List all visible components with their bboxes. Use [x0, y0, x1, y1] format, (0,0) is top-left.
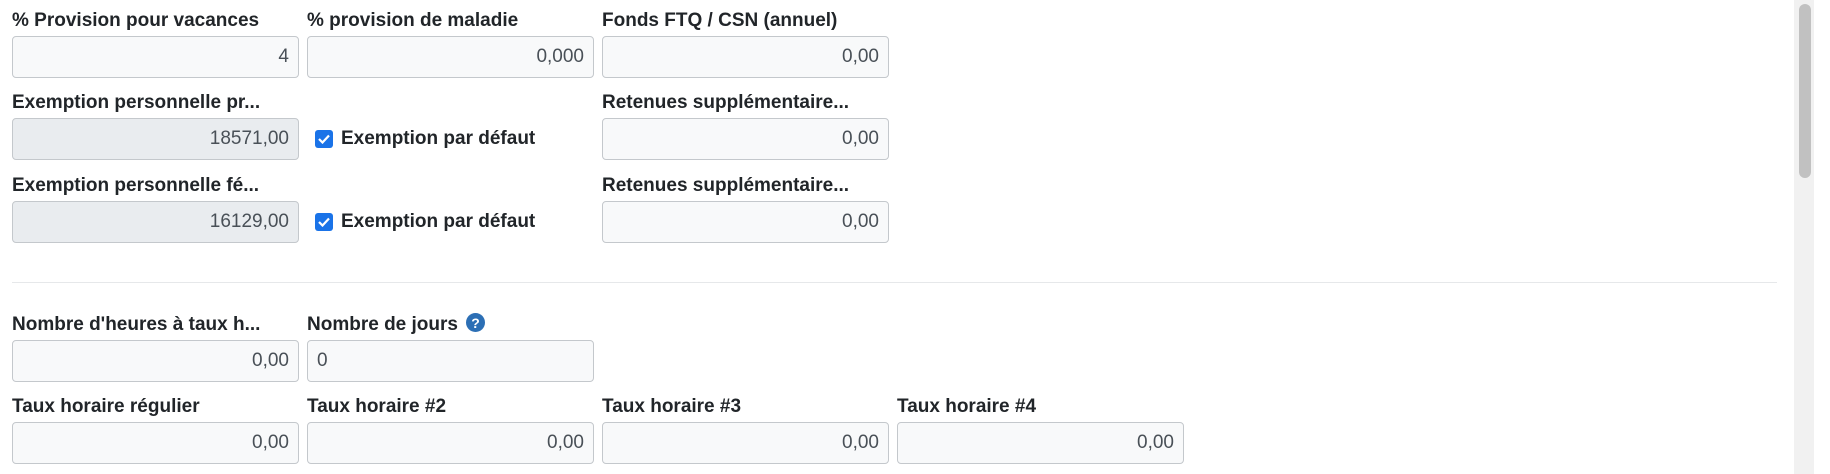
days-count-input[interactable] — [307, 340, 594, 382]
federal-exemption-input — [12, 201, 299, 243]
rate-2-label: Taux horaire #2 — [307, 396, 447, 417]
federal-default-exemption-label: Exemption par défaut — [341, 211, 536, 232]
checkbox-checked-icon[interactable] — [315, 130, 333, 148]
sick-provision-input[interactable] — [307, 36, 594, 78]
sick-provision-label: % provision de maladie — [307, 10, 519, 31]
federal-extra-deductions-label: Retenues supplémentaire... — [602, 175, 850, 196]
days-count-label-wrap: Nombre de jours? — [307, 313, 485, 336]
scrollbar-thumb[interactable] — [1799, 4, 1811, 178]
vacation-provision-label: % Provision pour vacances — [12, 10, 260, 31]
regular-rate-input[interactable] — [12, 422, 299, 464]
federal-exemption-label: Exemption personnelle fé... — [12, 175, 260, 196]
rate-4-label: Taux horaire #4 — [897, 396, 1037, 417]
provincial-default-exemption-label: Exemption par défaut — [341, 128, 536, 149]
question-circle-icon[interactable]: ? — [465, 313, 485, 333]
ftq-fund-label: Fonds FTQ / CSN (annuel) — [602, 10, 838, 31]
days-count-label: Nombre de jours — [307, 314, 458, 335]
vacation-provision-input[interactable] — [12, 36, 299, 78]
federal-extra-deductions-input[interactable] — [602, 201, 889, 243]
provincial-exemption-input — [12, 118, 299, 160]
provincial-default-exemption-checkbox[interactable]: Exemption par défaut — [315, 128, 535, 150]
provincial-exemption-label: Exemption personnelle pr... — [12, 92, 261, 113]
regular-rate-label: Taux horaire régulier — [12, 396, 200, 417]
hourly-hours-input[interactable] — [12, 340, 299, 382]
provincial-extra-deductions-label: Retenues supplémentaire... — [602, 92, 850, 113]
ftq-fund-input[interactable] — [602, 36, 889, 78]
checkbox-checked-icon[interactable] — [315, 213, 333, 231]
rate-4-input[interactable] — [897, 422, 1184, 464]
section-divider — [12, 282, 1777, 283]
federal-default-exemption-checkbox[interactable]: Exemption par défaut — [315, 211, 535, 233]
hourly-hours-label: Nombre d'heures à taux h... — [12, 314, 261, 335]
rate-3-label: Taux horaire #3 — [602, 396, 742, 417]
provincial-extra-deductions-input[interactable] — [602, 118, 889, 160]
rate-3-input[interactable] — [602, 422, 889, 464]
rate-2-input[interactable] — [307, 422, 594, 464]
